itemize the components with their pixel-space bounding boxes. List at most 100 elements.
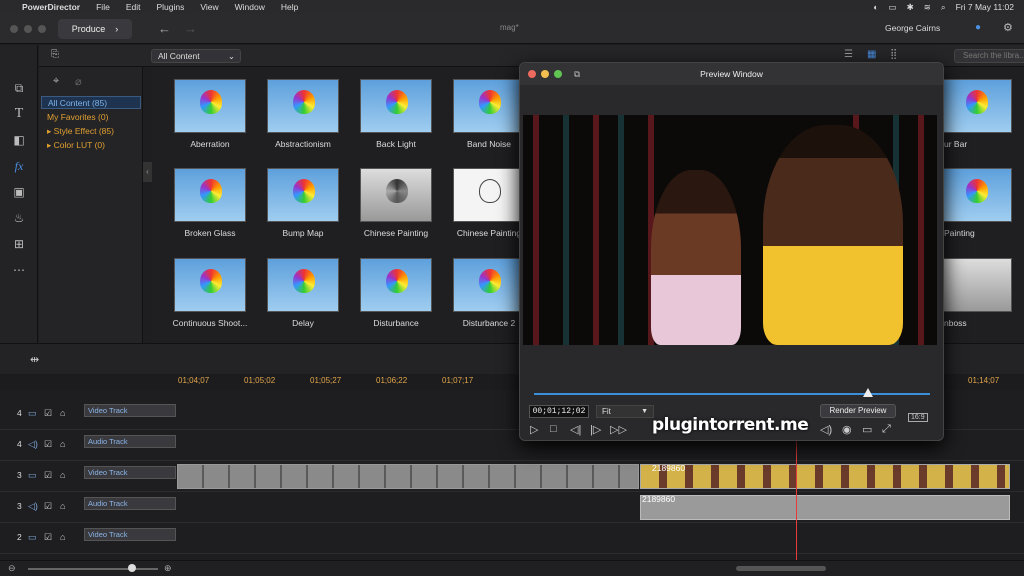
lock-icon[interactable]: ⌂ [60, 408, 65, 418]
pip-room-icon[interactable]: ▣ [9, 183, 29, 201]
produce-button[interactable]: Produce › [58, 19, 132, 39]
notification-icon[interactable]: ● [975, 22, 981, 33]
lock-icon[interactable]: ⌂ [60, 470, 65, 480]
fullscreen-icon[interactable]: ⤢ [882, 423, 891, 436]
minimize-window-icon[interactable] [541, 70, 549, 78]
screen-icon[interactable]: ▭ [889, 2, 897, 13]
wifi-icon[interactable]: ≋ [924, 2, 931, 13]
title-room-icon[interactable]: T [9, 105, 29, 123]
zoom-slider-knob[interactable] [128, 564, 136, 572]
scrubber-knob[interactable] [863, 388, 873, 397]
menu-help[interactable]: Help [281, 2, 298, 12]
redo-icon[interactable]: → [184, 21, 197, 36]
volume-icon[interactable]: ◁) [820, 423, 832, 436]
effect-label: Chinese Painting [363, 228, 429, 238]
menu-file[interactable]: File [96, 2, 110, 12]
video-clip[interactable] [177, 464, 639, 489]
next-frame-icon[interactable]: |▷ [590, 423, 601, 436]
effect-tile[interactable]: Chinese Painting [350, 168, 442, 238]
user-name[interactable]: George Cairns [885, 23, 940, 33]
grid-view-icon[interactable]: ▦ [867, 49, 876, 60]
library-search-input[interactable]: Search the libra... [954, 49, 1024, 63]
minimize-window-icon[interactable] [24, 25, 32, 33]
close-window-icon[interactable] [528, 70, 536, 78]
effect-label: Delay [292, 318, 314, 328]
category-my-favorites[interactable]: My Favorites (0) [41, 111, 141, 124]
zoom-out-icon[interactable]: ⊖ [8, 563, 16, 574]
status-icon[interactable]: ◐ [873, 2, 878, 12]
settings-gear-icon[interactable]: ⚙ [1003, 21, 1013, 34]
close-window-icon[interactable] [10, 25, 18, 33]
snapshot-icon[interactable]: ◉ [842, 423, 852, 436]
track-number: 3 [17, 470, 22, 480]
track-label[interactable]: Audio Track [84, 497, 176, 510]
effect-tile[interactable]: Disturbance [350, 258, 442, 328]
menu-view[interactable]: View [200, 2, 218, 12]
checkbox-icon[interactable]: ☑ [44, 501, 52, 512]
clock-text[interactable]: Fri 7 May 11:02 [956, 2, 1014, 12]
fast-forward-icon[interactable]: ▷▷ [610, 423, 627, 436]
track-label[interactable]: Video Track [84, 528, 176, 541]
zoom-window-icon[interactable] [38, 25, 46, 33]
undo-icon[interactable]: ← [158, 21, 171, 36]
import-icon[interactable]: ⎘ [51, 49, 59, 60]
track-label[interactable]: Audio Track [84, 435, 176, 448]
search-icon[interactable]: ⌕ [941, 2, 946, 13]
content-filter-select[interactable]: All Content ⌄ [151, 49, 241, 63]
checkbox-icon[interactable]: ☑ [44, 439, 52, 450]
effect-tile[interactable]: Delay [257, 258, 349, 328]
stop-icon[interactable]: □ [550, 423, 557, 435]
effect-tile[interactable]: Back Light [350, 79, 442, 149]
track-label[interactable]: Video Track [84, 404, 176, 417]
play-icon[interactable]: ▷ [530, 423, 538, 436]
category-all-content[interactable]: All Content (85) [41, 96, 141, 109]
menu-edit[interactable]: Edit [126, 2, 141, 12]
detach-icon[interactable]: ⧉ [574, 63, 580, 85]
zoom-window-icon[interactable] [554, 70, 562, 78]
category-color-lut[interactable]: ▸ Color LUT (0) [41, 139, 141, 152]
render-preview-button[interactable]: Render Preview [820, 404, 896, 418]
display-icon[interactable]: ▭ [862, 423, 872, 436]
list-view-icon[interactable]: ☰ [844, 49, 853, 60]
menu-app-name[interactable]: PowerDirector [22, 2, 80, 12]
media-room-icon[interactable]: ⧉ [9, 79, 29, 97]
fx-room-icon[interactable]: fx [9, 157, 29, 175]
video-clip[interactable] [640, 464, 1010, 489]
bluetooth-icon[interactable]: ✱ [907, 2, 914, 13]
zoom-fit-select[interactable]: Fit ▼ [596, 405, 654, 418]
collapse-panel-icon[interactable]: ‹ [143, 162, 152, 182]
audio-clip[interactable] [640, 495, 1010, 520]
lock-icon[interactable]: ⌂ [60, 532, 65, 542]
effect-tile[interactable]: Aberration [164, 79, 256, 149]
add-tag-icon[interactable]: ⌖ [53, 75, 59, 88]
previous-frame-icon[interactable]: ◁| [570, 423, 581, 436]
split-icon[interactable]: ⇹ [30, 353, 39, 366]
video-track-icon: ▭ [28, 408, 37, 418]
particle-room-icon[interactable]: ♨ [9, 209, 29, 227]
aspect-ratio-select[interactable]: 16:9 [908, 413, 928, 422]
horizontal-scrollbar[interactable] [736, 566, 826, 571]
effect-tile[interactable]: Broken Glass [164, 168, 256, 238]
checkbox-icon[interactable]: ☑ [44, 532, 52, 543]
video-track-icon: ▭ [28, 532, 37, 542]
category-style-effect[interactable]: ▸ Style Effect (85) [41, 125, 141, 138]
zoom-in-icon[interactable]: ⊕ [164, 563, 172, 574]
zoom-slider[interactable] [28, 568, 158, 570]
menu-window[interactable]: Window [235, 2, 265, 12]
track-label[interactable]: Video Track [84, 466, 176, 479]
lock-icon[interactable]: ⌂ [60, 501, 65, 511]
effect-tile[interactable]: Bump Map [257, 168, 349, 238]
lock-icon[interactable]: ⌂ [60, 439, 65, 449]
effect-tile[interactable]: Abstractionism [257, 79, 349, 149]
timecode-field[interactable]: 00;01;12;02 [529, 405, 589, 418]
subtitle-room-icon[interactable]: ⊞ [9, 235, 29, 253]
small-grid-icon[interactable]: ⣿ [890, 49, 897, 60]
transition-room-icon[interactable]: ◧ [9, 131, 29, 149]
checkbox-icon[interactable]: ☑ [44, 470, 52, 481]
checkbox-icon[interactable]: ☑ [44, 408, 52, 419]
menu-plugins[interactable]: Plugins [156, 2, 184, 12]
remove-tag-icon[interactable]: ⌀ [75, 75, 82, 88]
preview-video-frame[interactable] [523, 115, 937, 345]
more-icon[interactable]: ⋯ [9, 261, 29, 279]
effect-tile[interactable]: Continuous Shoot... [164, 258, 256, 328]
